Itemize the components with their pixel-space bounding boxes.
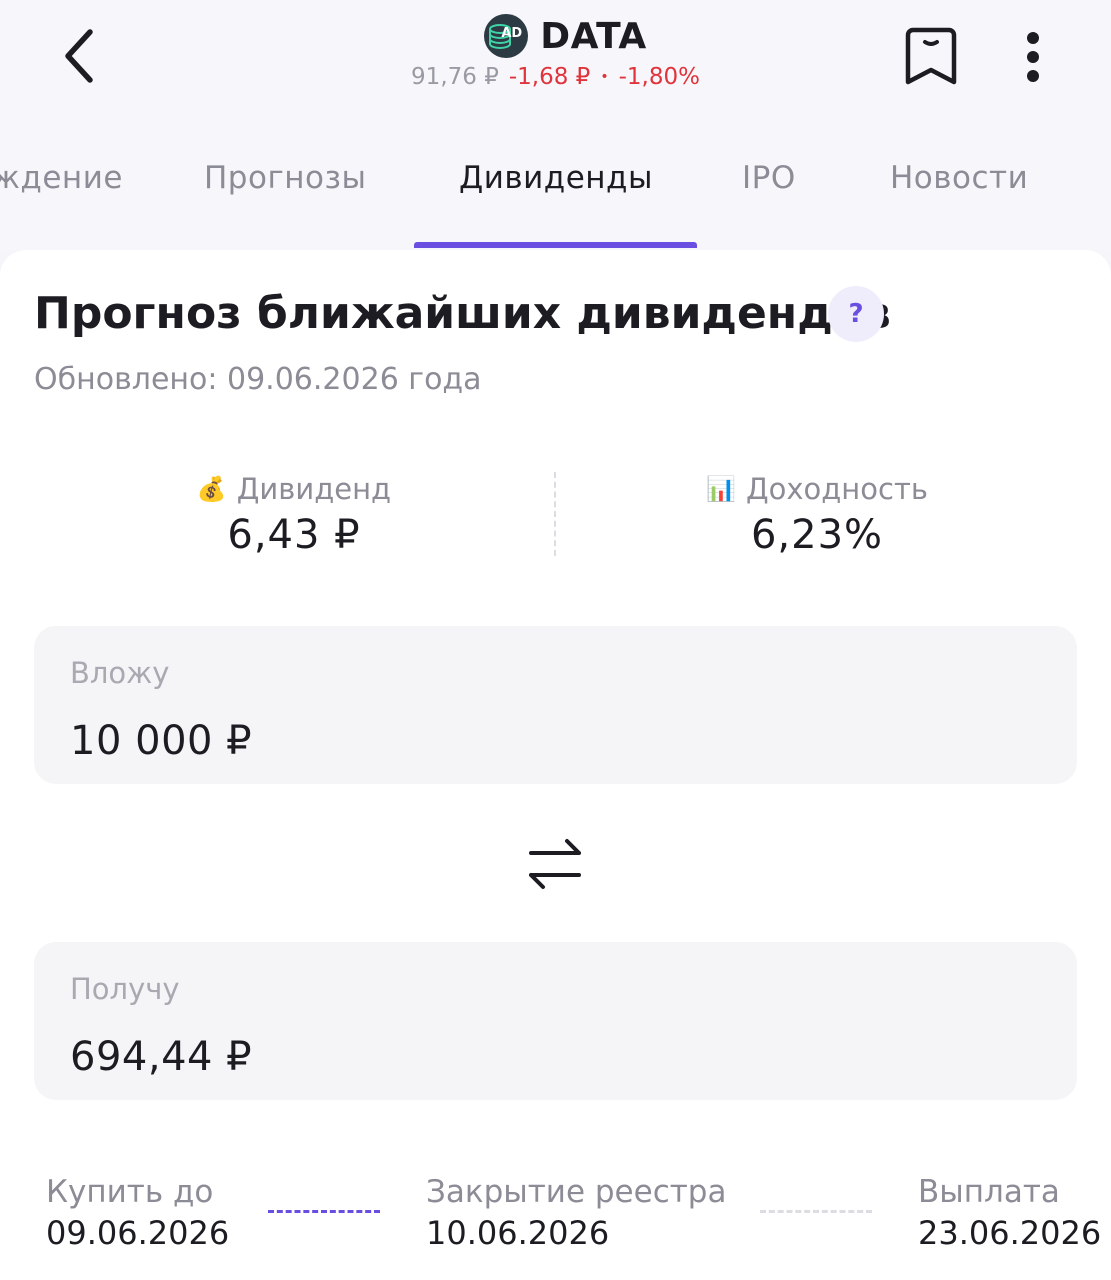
receive-value: 694,44 ₽	[70, 1034, 253, 1080]
ticker-title: DATA	[540, 15, 647, 57]
buy-before-date: 09.06.2026	[46, 1214, 230, 1252]
invest-input[interactable]: 10 000 ₽	[70, 718, 252, 764]
yield-stat: 📊 Доходность 6,23%	[607, 472, 1027, 558]
receive-field[interactable]: Получу 694,44 ₽	[34, 942, 1077, 1100]
tab-overview[interactable]: ждение	[0, 160, 123, 196]
bar-chart-icon: 📊	[706, 475, 736, 503]
company-logo: AD	[484, 14, 529, 58]
header: AD DATA 91,76 ₽ -1,68 ₽ • -1,80% ждение …	[0, 0, 1111, 250]
invest-label: Вложу	[70, 656, 170, 690]
swap-arrows-icon	[529, 839, 581, 889]
tab-dividends[interactable]: Дивиденды	[459, 160, 653, 196]
price-change-pct: -1,80%	[618, 64, 700, 90]
updated-date: Обновлено: 09.06.2026 года	[34, 362, 482, 397]
timeline-registry-close: Закрытие реестра 10.06.2026	[426, 1174, 726, 1252]
price-change-abs: -1,68 ₽	[508, 64, 591, 90]
buy-before-label: Купить до	[46, 1174, 214, 1210]
yield-value: 6,23%	[750, 512, 884, 558]
money-bag-icon: 💰	[196, 475, 227, 503]
receive-label: Получу	[70, 972, 180, 1006]
tab-news[interactable]: Новости	[890, 160, 1028, 196]
yield-label: Доходность	[745, 472, 928, 506]
invest-field[interactable]: Вложу 10 000 ₽	[34, 626, 1077, 784]
payout-date: 23.06.2026	[918, 1214, 1102, 1252]
dividend-value: 6,43 ₽	[227, 512, 361, 558]
bookmark-button[interactable]	[898, 22, 964, 92]
tab-bar: ждение Прогнозы Дивиденды IPO Новости	[0, 150, 1111, 250]
dividend-label: Дивиденд	[236, 472, 392, 506]
timeline-buy-before: Купить до 09.06.2026	[46, 1174, 229, 1252]
swap-button[interactable]	[520, 830, 590, 900]
help-button[interactable]: ?	[828, 286, 884, 342]
timeline-connector-inactive	[760, 1210, 872, 1213]
more-vertical-icon	[1027, 32, 1039, 82]
timeline-connector-active	[268, 1210, 380, 1213]
timeline-payout: Выплата 23.06.2026	[918, 1174, 1101, 1252]
current-price: 91,76 ₽	[411, 64, 499, 90]
logo-text: AD	[501, 26, 523, 41]
separator-dot: •	[600, 69, 609, 85]
tab-forecasts[interactable]: Прогнозы	[204, 160, 366, 196]
dividend-forecast-card: Прогноз ближайших дивидендов ? Обновлено…	[0, 250, 1111, 1280]
stat-divider	[554, 472, 556, 556]
question-icon: ?	[848, 299, 864, 329]
registry-close-label: Закрытие реестра	[426, 1174, 727, 1210]
active-tab-indicator	[414, 242, 697, 248]
tab-ipo[interactable]: IPO	[742, 160, 796, 196]
payout-label: Выплата	[918, 1174, 1060, 1210]
registry-close-date: 10.06.2026	[426, 1214, 610, 1252]
dividend-stat: 💰 Дивиденд 6,43 ₽	[84, 472, 504, 558]
more-button[interactable]	[1008, 22, 1058, 92]
section-title: Прогноз ближайших дивидендов	[34, 288, 891, 339]
bookmark-icon	[905, 27, 957, 85]
